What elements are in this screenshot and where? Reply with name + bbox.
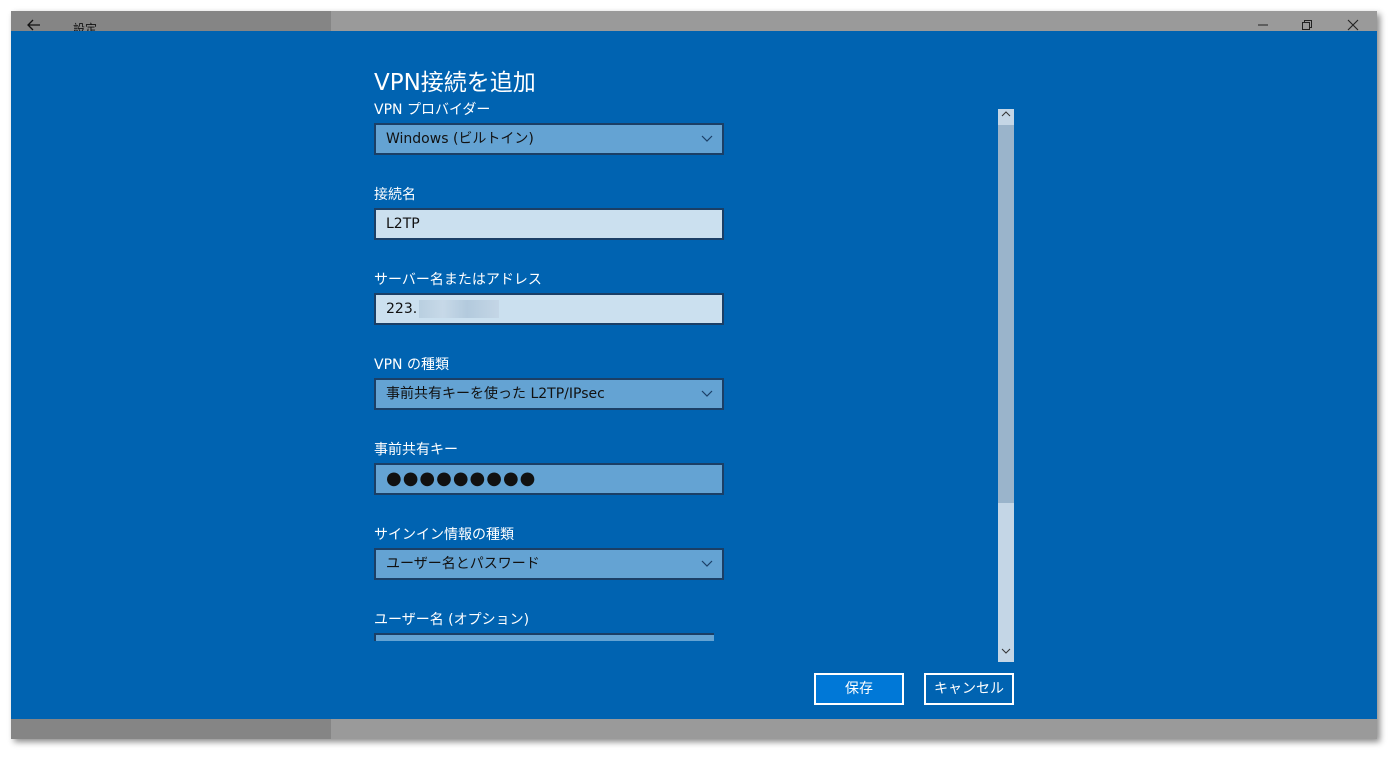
username-clip [374,633,714,641]
add-vpn-dialog: VPN接続を追加 VPN プロバイダー Windows (ビルトイン) 接続名 … [11,31,1377,719]
signin-type-value: ユーザー名とパスワード [386,556,540,572]
server-label: サーバー名またはアドレス [374,272,542,288]
psk-value: ●●●●●●●●● [386,468,537,489]
scroll-thumb[interactable] [998,125,1014,503]
dialog-scrollbar[interactable] [998,109,1014,662]
redacted-block [419,300,500,318]
server-input[interactable]: 223. [374,293,724,325]
psk-label: 事前共有キー [374,442,458,458]
scroll-up-icon[interactable] [998,109,1014,125]
cancel-button[interactable]: キャンセル [924,673,1014,705]
username-input[interactable] [374,633,714,641]
server-value: 223. [386,301,418,317]
provider-select[interactable]: Windows (ビルトイン) [374,123,724,155]
chevron-down-icon [700,550,714,578]
signin-type-select[interactable]: ユーザー名とパスワード [374,548,724,580]
vpn-type-select[interactable]: 事前共有キーを使った L2TP/IPsec [374,378,724,410]
dialog-title: VPN接続を追加 [374,70,536,96]
settings-window: 設定 VPN接続を追加 VPN プロバイダー Windows (ビルトイン) 接… [11,11,1377,739]
signin-type-label: サインイン情報の種類 [374,527,514,543]
vpn-type-value: 事前共有キーを使った L2TP/IPsec [386,386,605,402]
connection-name-label: 接続名 [374,187,416,203]
username-label: ユーザー名 (オプション) [374,612,530,628]
connection-name-input[interactable]: L2TP [374,208,724,240]
psk-input[interactable]: ●●●●●●●●● [374,463,724,495]
provider-value: Windows (ビルトイン) [386,131,534,147]
save-button[interactable]: 保存 [814,673,904,705]
connection-name-value: L2TP [386,216,420,232]
chevron-down-icon [700,380,714,408]
scroll-down-icon[interactable] [998,646,1014,662]
provider-label: VPN プロバイダー [374,102,491,118]
vpn-type-label: VPN の種類 [374,357,449,373]
chevron-down-icon [700,125,714,153]
